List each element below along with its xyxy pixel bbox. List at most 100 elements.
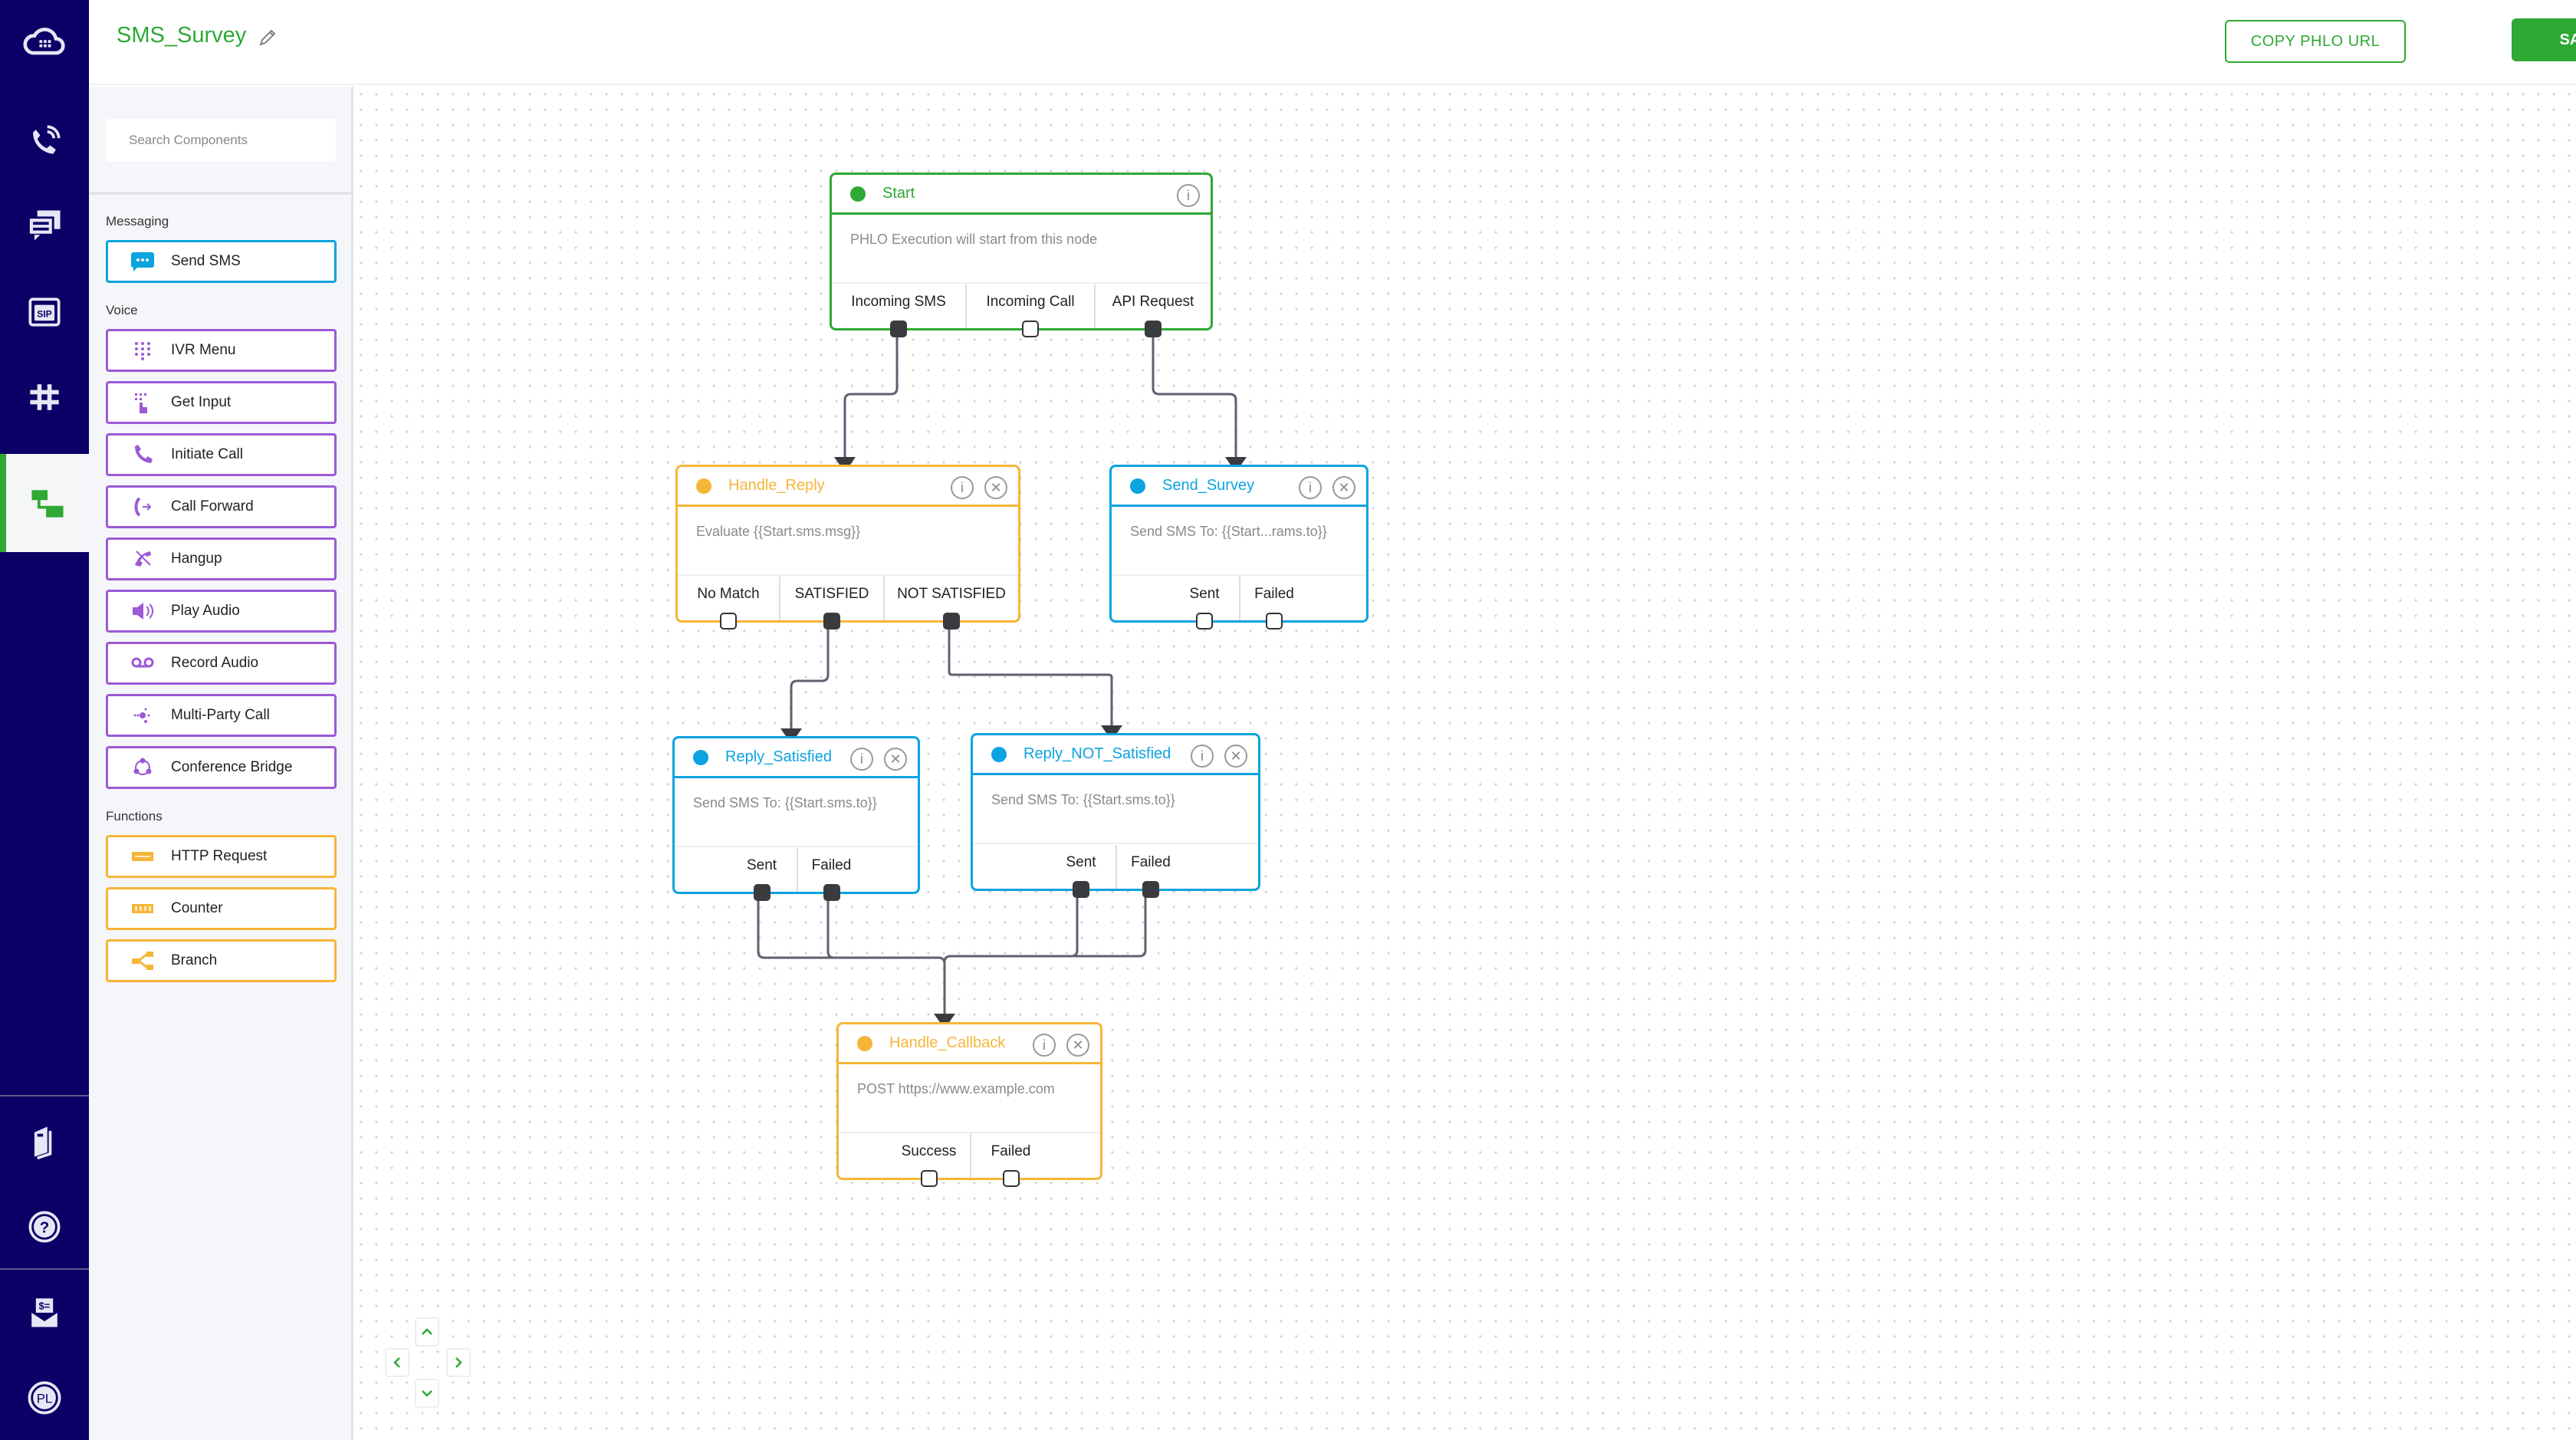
component-label: Initiate Call [171, 446, 243, 462]
node-ports: Sent Failed [973, 845, 1258, 898]
pan-right-button[interactable] [446, 1348, 471, 1377]
pan-down-button[interactable] [415, 1379, 439, 1408]
help-icon[interactable]: ? [0, 1196, 89, 1258]
sip-icon[interactable]: SIP [0, 281, 89, 343]
save-button[interactable]: SAVE [2512, 18, 2576, 61]
billing-icon[interactable]: $= [0, 1282, 89, 1343]
port-not-satisfied[interactable]: NOT SATISFIED [883, 577, 1018, 630]
cloud-logo-icon[interactable] [0, 12, 89, 74]
port-incoming-sms[interactable]: Incoming SMS [832, 284, 965, 337]
node-description: POST https://www.example.com [839, 1064, 1100, 1133]
node-title: Handle_Callback [889, 1034, 1006, 1051]
info-icon[interactable]: i [850, 748, 873, 771]
port-handle[interactable] [1266, 613, 1283, 630]
port-sent[interactable]: Sent [1046, 845, 1116, 898]
port-satisfied[interactable]: SATISFIED [779, 577, 883, 630]
conference-icon [130, 757, 156, 778]
component-call-forward[interactable]: Call Forward [106, 485, 337, 528]
search-components-input[interactable] [106, 119, 336, 162]
node-handle-reply[interactable]: Handle_Reply i ✕ Evaluate {{Start.sms.msg… [675, 465, 1020, 630]
speaker-icon [130, 600, 156, 622]
component-send-sms[interactable]: Send SMS [106, 240, 337, 283]
messaging-icon[interactable] [0, 196, 89, 257]
port-success[interactable]: Success [889, 1134, 970, 1187]
info-icon[interactable]: i [1299, 476, 1322, 499]
port-api-request[interactable]: API Request [1094, 284, 1211, 337]
phone-numbers-icon[interactable] [0, 367, 89, 428]
pencil-edit-icon[interactable] [256, 26, 279, 49]
chevron-left-icon [393, 1357, 400, 1368]
port-handle[interactable] [1002, 1170, 1020, 1187]
port-handle[interactable] [1196, 613, 1213, 630]
branch-icon [130, 950, 156, 972]
port-handle[interactable] [920, 1170, 938, 1187]
component-hangup[interactable]: Hangup [106, 538, 337, 580]
docs-icon[interactable] [0, 1110, 89, 1172]
component-get-input[interactable]: Get Input [106, 381, 337, 424]
node-header: Handle_Reply i ✕ [678, 467, 1018, 507]
pan-up-button[interactable] [415, 1317, 439, 1346]
port-incoming-call[interactable]: Incoming Call [965, 284, 1094, 337]
component-counter[interactable]: Counter [106, 887, 337, 930]
account-icon[interactable]: PL [0, 1367, 89, 1428]
panel-divider [89, 192, 353, 195]
component-conference-bridge[interactable]: Conference Bridge [106, 746, 337, 789]
node-reply-not-satisfied[interactable]: Reply_NOT_Satisfied i ✕ Send SMS To: {{St… [971, 733, 1260, 898]
component-initiate-call[interactable]: Initiate Call [106, 433, 337, 476]
phlo-title[interactable]: SMS_Survey [117, 23, 246, 48]
pan-left-button[interactable] [385, 1348, 409, 1377]
node-reply-satisfied[interactable]: Reply_Satisfied i ✕ Send SMS To: {{Start.… [672, 736, 920, 901]
component-record-audio[interactable]: Record Audio [106, 642, 337, 685]
close-icon[interactable]: ✕ [884, 748, 907, 771]
close-icon[interactable]: ✕ [1332, 476, 1355, 499]
svg-text:PL: PL [37, 1392, 53, 1406]
info-icon[interactable]: i [1033, 1034, 1056, 1057]
port-handle[interactable] [890, 321, 907, 337]
info-icon[interactable]: i [1177, 184, 1200, 207]
port-handle[interactable] [720, 613, 737, 630]
port-handle[interactable] [1073, 881, 1089, 898]
port-failed[interactable]: Failed [969, 1134, 1051, 1187]
port-no-match[interactable]: No Match [678, 577, 779, 630]
port-handle[interactable] [1145, 321, 1162, 337]
component-branch[interactable]: Branch [106, 939, 337, 982]
info-icon[interactable]: i [1191, 745, 1214, 768]
close-icon[interactable]: ✕ [1224, 745, 1247, 768]
port-failed[interactable]: Failed [796, 848, 866, 901]
node-handle-callback[interactable]: Handle_Callback i ✕ POST https://www.exam… [836, 1022, 1102, 1187]
node-description: Evaluate {{Start.sms.msg}} [678, 507, 1018, 576]
node-title: Start [882, 185, 915, 202]
info-icon[interactable]: i [951, 476, 974, 499]
close-icon[interactable]: ✕ [984, 476, 1007, 499]
node-description: Send SMS To: {{Start...rams.to}} [1112, 507, 1366, 576]
node-description: Send SMS To: {{Start.sms.to}} [675, 778, 918, 847]
component-multi-party-call[interactable]: Multi-Party Call [106, 694, 337, 737]
voicemail-icon [130, 653, 156, 674]
voice-calls-icon[interactable] [0, 110, 89, 172]
copy-phlo-url-button[interactable]: COPY PHLO URL [2225, 20, 2406, 63]
status-dot [857, 1035, 872, 1051]
port-handle[interactable] [823, 884, 840, 901]
port-sent[interactable]: Sent [728, 848, 797, 901]
component-play-audio[interactable]: Play Audio [106, 590, 337, 633]
port-handle[interactable] [823, 613, 840, 630]
port-handle[interactable] [943, 613, 960, 630]
node-ports: No Match SATISFIED NOT SATISFIED [678, 577, 1018, 630]
port-handle[interactable] [753, 884, 770, 901]
multi-party-icon [130, 705, 156, 726]
section-label-messaging: Messaging [106, 214, 169, 228]
component-ivr-menu[interactable]: IVR Menu [106, 329, 337, 372]
port-handle[interactable] [1142, 881, 1159, 898]
rail-divider [0, 1268, 89, 1270]
node-start[interactable]: Start i PHLO Execution will start from t… [830, 173, 1213, 337]
phlo-icon[interactable] [0, 454, 89, 552]
component-http-request[interactable]: HTTP Request [106, 835, 337, 878]
close-icon[interactable]: ✕ [1066, 1034, 1089, 1057]
port-failed[interactable]: Failed [1116, 845, 1184, 898]
port-sent[interactable]: Sent [1170, 577, 1239, 630]
node-description: PHLO Execution will start from this node [832, 215, 1211, 284]
get-input-icon [130, 392, 156, 413]
node-send-survey[interactable]: Send_Survey i ✕ Send SMS To: {{Start...ra… [1109, 465, 1368, 630]
port-failed[interactable]: Failed [1239, 577, 1308, 630]
port-handle[interactable] [1022, 321, 1039, 337]
